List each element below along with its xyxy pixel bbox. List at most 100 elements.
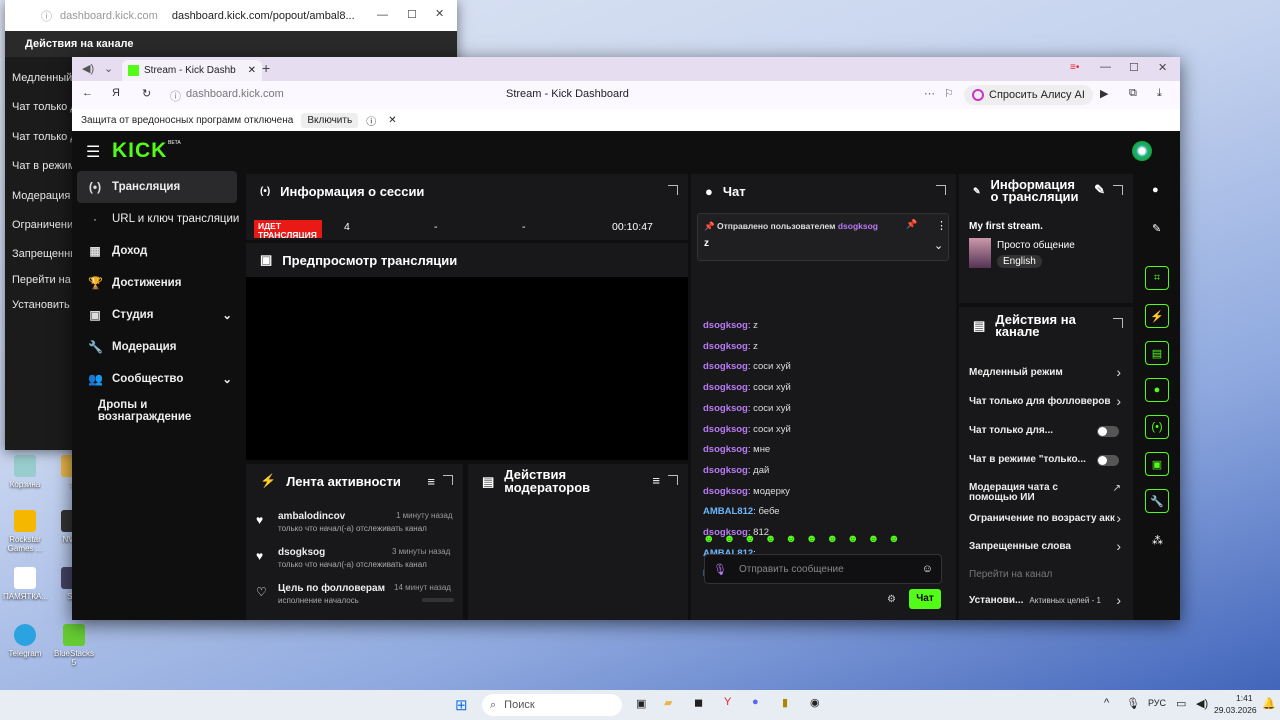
recycle-bin-icon[interactable]: Корзина	[3, 455, 47, 489]
chat-username[interactable]: dsogksog	[703, 403, 748, 414]
expand-icon[interactable]	[1113, 185, 1123, 195]
sidebar-item-studio[interactable]: ▣ Студия ⌄	[72, 299, 242, 331]
popout-item[interactable]: Модерация ч	[12, 190, 79, 202]
unpin-icon[interactable]: 📌	[906, 219, 917, 230]
clock-date[interactable]: 29.03.2026	[1214, 705, 1257, 715]
chat-input[interactable]: 🎙 Отправить сообщение ☺	[704, 554, 942, 584]
chat-message[interactable]: dsogksog: соси хуй	[703, 382, 791, 393]
chat-message[interactable]: dsogksog: соси хуй	[703, 424, 791, 435]
edit-icon[interactable]: ✎	[1094, 183, 1105, 196]
chat-username[interactable]: dsogksog	[703, 465, 748, 476]
popout-url[interactable]: dashboard.kick.com/popout/ambal8...	[172, 10, 355, 22]
chat-username[interactable]: dsogksog	[703, 486, 748, 497]
channel-action-row[interactable]: Медленный режим	[969, 367, 1129, 378]
url-host[interactable]: dashboard.kick.com	[186, 88, 284, 100]
channel-action-row[interactable]: Перейти на канал	[969, 569, 1129, 580]
channel-action-row[interactable]: Запрещенные слова	[969, 541, 1129, 552]
tab-close-icon[interactable]: ✕	[248, 65, 256, 76]
tray-chevron-icon[interactable]: ^	[1104, 697, 1109, 709]
close-icon[interactable]: ✕	[435, 7, 444, 20]
chat-message[interactable]: dsogksog: соси хуй	[703, 361, 791, 372]
audio-icon[interactable]: ◀)	[82, 62, 94, 75]
popout-item[interactable]: Чат только д	[12, 101, 77, 113]
chevron-right-icon[interactable]: ›	[1116, 592, 1121, 608]
volume-icon[interactable]: ◀)	[1196, 697, 1208, 710]
toggle-switch[interactable]	[1097, 455, 1119, 466]
memo-file-icon[interactable]: ПАМЯТКА...	[3, 567, 48, 601]
chat-icon[interactable]: ●	[1145, 378, 1169, 402]
sidebar-item-income[interactable]: ▦ Доход	[72, 235, 242, 267]
sidebar-item-community[interactable]: 👥 Сообщество ⌄	[72, 363, 242, 395]
sidebar-item-stream[interactable]: (•) Трансляция	[77, 171, 237, 203]
broadcast-icon[interactable]: (•)	[1145, 415, 1169, 439]
maximize-icon[interactable]: ☐	[1129, 61, 1139, 74]
chat-username[interactable]: dsogksog	[703, 341, 748, 352]
obs-icon[interactable]: ◉	[810, 696, 820, 709]
settings-icon[interactable]: ⚙	[887, 594, 896, 605]
sidebar-item-url-key[interactable]: · URL и ключ трансляции	[72, 203, 242, 235]
popout-item[interactable]: Чат в режим	[12, 160, 75, 172]
chat-username[interactable]: dsogksog	[703, 444, 748, 455]
external-link-icon[interactable]: ↗	[1113, 483, 1121, 494]
chevron-right-icon[interactable]: ›	[1116, 538, 1121, 554]
bluestacks-icon[interactable]: BlueStacks 5	[52, 624, 96, 667]
popout-item[interactable]: Запрещенны	[12, 248, 78, 260]
language-indicator[interactable]: РУС	[1148, 698, 1166, 708]
wrench-icon[interactable]: 🔧	[1145, 489, 1169, 513]
video-icon[interactable]: ▣	[1145, 452, 1169, 476]
channel-action-row[interactable]: Модерация чата с помощью ИИ	[969, 483, 1109, 503]
enable-protection-button[interactable]: Включить	[301, 112, 359, 128]
expand-icon[interactable]	[936, 185, 946, 195]
yandex-icon[interactable]: Я	[112, 87, 120, 99]
clock-time[interactable]: 1:41	[1236, 693, 1253, 703]
app-icon[interactable]: ◼	[694, 696, 703, 709]
chat-username[interactable]: dsogksog	[703, 424, 748, 435]
telegram-icon[interactable]: Telegram	[3, 624, 47, 658]
alice-button[interactable]: Спросить Алису AI	[964, 85, 1093, 105]
popout-item[interactable]: Чат только д	[12, 131, 77, 143]
maximize-icon[interactable]: ☐	[407, 8, 417, 21]
info-icon[interactable]: ●	[1152, 184, 1159, 196]
expand-icon[interactable]	[668, 475, 678, 485]
channel-action-row[interactable]: Чат только для фолловеров	[969, 396, 1129, 407]
emoji-icon[interactable]: ☺	[922, 563, 933, 575]
send-chat-button[interactable]: Чат	[909, 589, 941, 609]
channel-action-row[interactable]: Установи... Активных целей - 1	[969, 595, 1129, 606]
more-icon[interactable]: ⋮	[936, 219, 947, 232]
popout-item[interactable]: Установить ц	[12, 299, 79, 311]
chat-username[interactable]: dsogksog	[703, 382, 748, 393]
mic-icon[interactable]: 🎙	[1126, 697, 1140, 710]
screenshot-icon[interactable]: ⌗	[1145, 266, 1169, 290]
notification-icon[interactable]: 🔔	[1262, 697, 1276, 710]
expand-icon[interactable]	[668, 185, 678, 195]
kick-logo[interactable]: KICK	[112, 139, 167, 163]
chat-username[interactable]: dsogksog	[703, 320, 748, 331]
help-icon[interactable]: ⓘ	[366, 113, 376, 128]
taskbar-search[interactable]: ⌕ Поиск	[482, 694, 622, 716]
sidebar-item-moderation[interactable]: 🔧 Модерация	[72, 331, 242, 363]
chevron-down-icon[interactable]: ⌄	[934, 239, 943, 252]
close-icon[interactable]: ✕	[1158, 61, 1167, 74]
chat-message[interactable]: dsogksog: z	[703, 320, 758, 331]
chat-message[interactable]: dsogksog: дай	[703, 465, 769, 476]
stream-category[interactable]: Просто общение	[997, 240, 1075, 251]
network-icon[interactable]: ▭	[1176, 697, 1186, 710]
filter-icon[interactable]: ≡	[427, 474, 435, 489]
lightning-icon[interactable]: ⚡	[1145, 304, 1169, 328]
chat-message[interactable]: dsogksog: модерку	[703, 486, 790, 497]
chat-username[interactable]: AMBAL812	[703, 506, 753, 517]
toggle-switch[interactable]	[1097, 426, 1119, 437]
expand-icon[interactable]	[1113, 318, 1123, 328]
avatar[interactable]	[1132, 141, 1152, 161]
expand-icon[interactable]	[443, 475, 453, 485]
download-icon[interactable]: ⤓	[1157, 87, 1162, 100]
minimize-icon[interactable]: —	[1100, 61, 1111, 73]
popout-item[interactable]: Перейти на к	[12, 274, 79, 286]
yandex-browser-icon[interactable]: Y	[724, 696, 731, 708]
emote-bar[interactable]: ☻☻☻☻☻☻☻☻☻☻	[703, 533, 943, 549]
chat-username[interactable]: dsogksog	[703, 361, 748, 372]
chevron-right-icon[interactable]: ›	[1116, 393, 1121, 409]
tab-kick-dashboard[interactable]: Stream - Kick Dashb ✕	[122, 60, 262, 81]
channel-action-row[interactable]: Ограничение по возрасту акк	[969, 513, 1129, 524]
chat-message[interactable]: AMBAL812: бебе	[703, 506, 780, 517]
